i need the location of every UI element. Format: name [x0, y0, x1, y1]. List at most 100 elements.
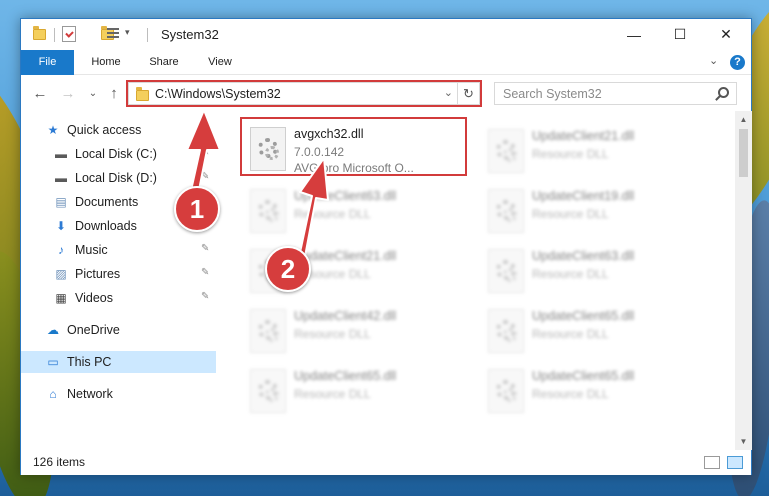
dll-file-icon — [488, 309, 524, 353]
file-name: UpdateClient65.dll — [532, 369, 635, 383]
pin-icon[interactable]: ✎ — [201, 147, 209, 158]
properties-icon[interactable] — [62, 26, 76, 42]
sidebar-item-label: OneDrive — [67, 323, 120, 337]
up-button[interactable]: ↑ — [104, 83, 124, 103]
drive-icon: ▬ — [55, 147, 67, 161]
ribbon: File Home Share View ⌄ ? — [21, 50, 751, 75]
file-description: Resource DLL — [294, 207, 371, 221]
sidebar-item-local-disk-d[interactable]: ▬ Local Disk (D:) ✎ — [21, 167, 216, 189]
status-bar: 126 items — [21, 450, 751, 475]
file-description: Resource DLL — [532, 387, 609, 401]
back-button[interactable]: ← — [30, 83, 50, 103]
sidebar-item-music[interactable]: ♪ Music ✎ — [21, 239, 216, 261]
customize-toolbar-icon[interactable] — [107, 27, 123, 41]
sidebar-item-videos[interactable]: ▦ Videos ✎ — [21, 287, 216, 309]
tiles-view-button[interactable] — [727, 456, 743, 469]
pin-icon[interactable]: ✎ — [201, 243, 209, 254]
file-name: UpdateClient65.dll — [532, 309, 635, 323]
network-icon: ⌂ — [49, 387, 57, 401]
dll-file-icon — [250, 369, 286, 413]
file-description: Resource DLL — [532, 147, 609, 161]
tab-file[interactable]: File — [21, 50, 74, 75]
pin-icon[interactable]: ✎ — [201, 291, 209, 302]
file-name: UpdateClient65.dll — [294, 369, 397, 383]
tab-view[interactable]: View — [197, 50, 243, 75]
download-icon: ⬇ — [55, 219, 67, 233]
sidebar-item-label: This PC — [67, 355, 112, 369]
navigation-pane: ★ Quick access ▬ Local Disk (C:) ✎ ▬ Loc… — [21, 111, 216, 450]
file-description: Resource DLL — [532, 207, 609, 221]
sidebar-item-label: Local Disk (C:) — [75, 147, 157, 161]
pin-icon[interactable]: ✎ — [201, 171, 209, 182]
drive-icon: ▬ — [55, 171, 67, 185]
details-view-button[interactable] — [704, 456, 720, 469]
file-item[interactable]: UpdateClient19.dll Resource DLL — [482, 181, 707, 241]
step-badge-2: 2 — [265, 246, 311, 292]
file-item[interactable]: UpdateClient21.dll Resource DLL — [482, 121, 707, 181]
sidebar-item-this-pc[interactable]: ▭ This PC — [21, 351, 216, 373]
documents-icon: ▤ — [55, 195, 67, 209]
scroll-up-arrow-icon[interactable]: ▲ — [735, 111, 752, 128]
sidebar-item-label: Downloads — [75, 219, 137, 233]
folder-icon — [33, 26, 46, 40]
cloud-icon: ☁ — [47, 323, 59, 337]
window-title: System32 — [161, 27, 219, 42]
address-bar-highlight — [126, 80, 482, 107]
star-icon: ★ — [47, 123, 59, 137]
maximize-button[interactable]: ☐ — [657, 19, 703, 50]
sidebar-item-label: Music — [75, 243, 108, 257]
chevron-down-icon[interactable]: ⌄ — [709, 54, 718, 67]
recent-locations-button[interactable]: ⌄ — [83, 83, 103, 103]
sidebar-item-label: Documents — [75, 195, 139, 209]
sidebar-item-network[interactable]: ⌂ Network — [21, 383, 216, 405]
file-description: Resource DLL — [532, 327, 609, 341]
sidebar-item-label: Network — [67, 387, 113, 401]
file-highlight — [240, 117, 467, 176]
file-description: Resource DLL — [294, 387, 371, 401]
search-icon[interactable] — [718, 87, 729, 98]
divider — [147, 28, 148, 42]
scrollbar-thumb[interactable] — [739, 129, 748, 177]
sidebar-item-pictures[interactable]: ▨ Pictures ✎ — [21, 263, 216, 285]
file-name: UpdateClient19.dll — [532, 189, 635, 203]
file-item[interactable]: UpdateClient63.dll Resource DLL — [482, 241, 707, 301]
file-item[interactable]: UpdateClient65.dll Resource DLL — [244, 361, 469, 421]
sidebar-item-label: Local Disk (D:) — [75, 171, 157, 185]
file-item[interactable]: UpdateClient65.dll Resource DLL — [482, 361, 707, 421]
divider — [54, 28, 55, 42]
sidebar-item-onedrive[interactable]: ☁ OneDrive — [21, 319, 216, 341]
tab-home[interactable]: Home — [81, 50, 131, 75]
file-item[interactable]: UpdateClient42.dll Resource DLL — [244, 301, 469, 361]
scroll-down-arrow-icon[interactable]: ▼ — [735, 433, 752, 450]
minimize-button[interactable]: — — [611, 19, 657, 50]
help-button[interactable]: ? — [730, 55, 745, 70]
chevron-down-icon[interactable]: ▾ — [125, 27, 130, 43]
pin-icon[interactable]: ✎ — [201, 267, 209, 278]
tab-share[interactable]: Share — [138, 50, 190, 75]
vertical-scrollbar[interactable]: ▲ ▼ — [735, 111, 752, 450]
file-item[interactable]: UpdateClient63.dll Resource DLL — [244, 181, 469, 241]
item-count: 126 items — [33, 455, 86, 469]
file-name: UpdateClient63.dll — [294, 189, 397, 203]
music-icon: ♪ — [58, 243, 64, 257]
title-bar: ▾ System32 — ☐ ✕ — [21, 19, 751, 50]
sidebar-item-local-disk-c[interactable]: ▬ Local Disk (C:) ✎ — [21, 143, 216, 165]
file-name: UpdateClient21.dll — [532, 129, 635, 143]
file-item[interactable]: UpdateClient65.dll Resource DLL — [482, 301, 707, 361]
file-name: UpdateClient42.dll — [294, 309, 397, 323]
step-badge-1: 1 — [174, 186, 220, 232]
dll-file-icon — [488, 129, 524, 173]
forward-button[interactable]: → — [58, 83, 78, 103]
sidebar-item-label: Pictures — [75, 267, 121, 281]
pictures-icon: ▨ — [55, 267, 67, 281]
dll-file-icon — [488, 249, 524, 293]
sidebar-item-quick-access[interactable]: ★ Quick access — [21, 119, 216, 141]
dll-file-icon — [488, 189, 524, 233]
dll-file-icon — [250, 309, 286, 353]
sidebar-item-label: Quick access — [67, 123, 142, 137]
file-description: Resource DLL — [294, 327, 371, 341]
dll-file-icon — [488, 369, 524, 413]
search-input[interactable]: Search System32 — [494, 82, 737, 105]
close-button[interactable]: ✕ — [703, 19, 749, 50]
videos-icon: ▦ — [55, 291, 67, 305]
